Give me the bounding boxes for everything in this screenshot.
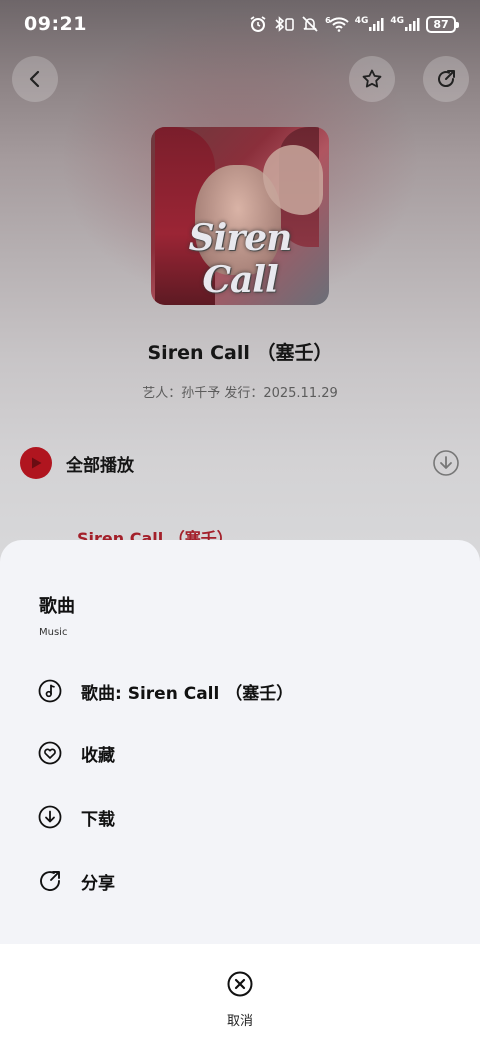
share-icon bbox=[38, 869, 62, 893]
status-bar: 09:21 6 4G 4G 87 bbox=[0, 0, 480, 48]
cancel-label: 取消 bbox=[226, 1014, 253, 1029]
menu-item-share[interactable]: 分享 bbox=[0, 856, 480, 906]
status-time: 09:21 bbox=[24, 13, 87, 35]
close-icon[interactable] bbox=[226, 970, 254, 998]
wifi-icon: 6 bbox=[325, 16, 349, 32]
action-sheet: 歌曲 Music 歌曲: Siren Call （塞壬） 收藏 下载 分享 bbox=[0, 540, 480, 944]
chevron-left-icon bbox=[29, 70, 40, 88]
favorite-button[interactable] bbox=[349, 56, 395, 102]
play-icon[interactable] bbox=[20, 447, 52, 479]
battery-indicator: 87 bbox=[426, 15, 459, 33]
album-cover: Siren Call bbox=[151, 127, 329, 305]
menu-item-label: 歌曲: Siren Call （塞壬） bbox=[81, 683, 294, 704]
signal-icon-2: 4G bbox=[390, 16, 420, 32]
status-icons: 6 4G 4G 87 bbox=[249, 15, 459, 33]
album-title: Siren Call （塞壬） bbox=[147, 342, 333, 364]
alarm-icon bbox=[249, 15, 267, 33]
album-meta: 艺人：孙千予 发行：2025.11.29 bbox=[142, 386, 338, 401]
heart-icon bbox=[38, 741, 62, 765]
download-icon bbox=[38, 805, 62, 829]
menu-item-download[interactable]: 下载 bbox=[0, 792, 480, 842]
share-icon bbox=[438, 70, 455, 88]
signal-icon-1: 4G bbox=[355, 16, 385, 32]
cancel-button[interactable]: 取消 bbox=[200, 970, 280, 1036]
back-button[interactable] bbox=[12, 56, 58, 102]
menu-item-label: 收藏 bbox=[81, 745, 115, 766]
menu-item-label: 下载 bbox=[81, 809, 115, 830]
music-note-icon bbox=[38, 679, 62, 703]
network-type-2: 4G bbox=[390, 16, 404, 26]
sheet-title: 歌曲 bbox=[39, 596, 75, 617]
menu-item-label: 分享 bbox=[81, 873, 115, 894]
menu-item-song[interactable]: 歌曲: Siren Call （塞壬） bbox=[0, 666, 480, 716]
play-all-label[interactable]: 全部播放 bbox=[66, 451, 432, 476]
menu-item-favorite[interactable]: 收藏 bbox=[0, 728, 480, 778]
star-icon bbox=[362, 69, 382, 88]
mute-icon bbox=[301, 15, 319, 33]
play-all-row[interactable]: 全部播放 bbox=[20, 446, 460, 480]
bluetooth-battery-icon bbox=[273, 15, 295, 33]
sheet-subtitle: Music bbox=[39, 627, 68, 638]
share-button[interactable] bbox=[423, 56, 469, 102]
album-cover-text: Siren Call bbox=[188, 217, 293, 301]
network-type-1: 4G bbox=[354, 16, 369, 26]
sheet-footer: 取消 bbox=[0, 944, 480, 1058]
download-all-icon[interactable] bbox=[432, 449, 460, 477]
